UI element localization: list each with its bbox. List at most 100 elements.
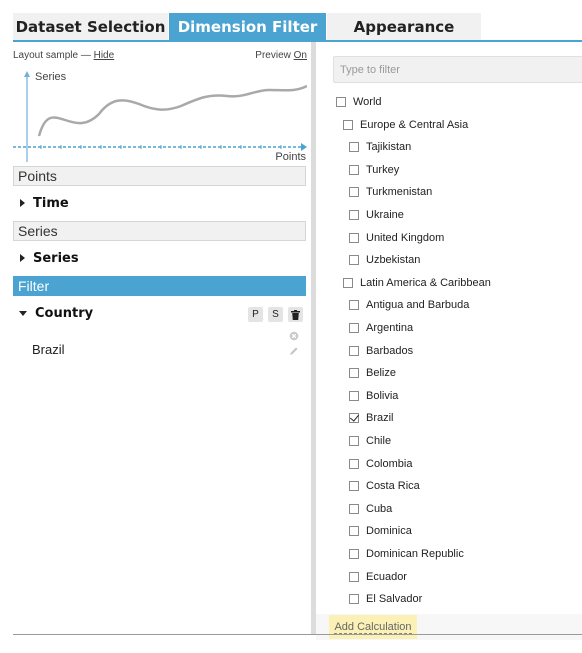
- trash-icon[interactable]: [288, 307, 303, 322]
- checkbox[interactable]: [349, 345, 359, 356]
- tree-item-ukraine[interactable]: Ukraine: [349, 207, 404, 223]
- checkbox[interactable]: [349, 549, 359, 559]
- tree-item-argentina[interactable]: Argentina: [349, 320, 413, 336]
- tree-item-uzbekistan[interactable]: Uzbekistan: [349, 252, 420, 268]
- layout-panel: Layout sample — Hide Preview On Series P…: [13, 42, 307, 635]
- checkbox[interactable]: [343, 119, 353, 130]
- add-calculation-label: Add Calculation: [334, 620, 412, 634]
- checkbox[interactable]: [349, 368, 359, 379]
- expand-icon[interactable]: [20, 199, 25, 207]
- checkbox[interactable]: [349, 232, 359, 243]
- series-section-header: Series: [13, 221, 306, 241]
- preview-y-arrow-icon: [24, 71, 30, 77]
- tree-item-label: Barbados: [366, 344, 414, 357]
- tree-item-bolivia[interactable]: Bolivia: [349, 388, 398, 404]
- checkbox[interactable]: [343, 277, 353, 288]
- checkbox[interactable]: [349, 164, 359, 175]
- tree-item-ecuador[interactable]: Ecuador: [349, 569, 407, 585]
- points-dimension-time[interactable]: Time: [13, 194, 307, 212]
- tab-dataset-selection[interactable]: Dataset Selection: [13, 13, 168, 40]
- tree-item-dominican-republic[interactable]: Dominican Republic: [349, 546, 464, 562]
- checkbox[interactable]: [349, 571, 359, 582]
- checkbox[interactable]: [349, 436, 359, 446]
- tree-item-el-salvador[interactable]: El Salvador: [349, 591, 422, 607]
- checkbox[interactable]: [349, 481, 359, 492]
- tree-item-dominica[interactable]: Dominica: [349, 523, 412, 539]
- checkbox[interactable]: [349, 458, 359, 469]
- tree-item-tajikistan[interactable]: Tajikistan: [349, 139, 411, 155]
- bottom-divider: [13, 634, 582, 635]
- tree-item-colombia[interactable]: Colombia: [349, 456, 412, 472]
- dimension-values-panel: World Europe & Central Asia Tajikistan Turk…: [316, 42, 582, 635]
- tree-item-label: Turkey: [366, 163, 400, 176]
- tree-item-cuba[interactable]: Cuba: [349, 501, 392, 517]
- tree-item-label: Chile: [366, 435, 392, 447]
- tree-item-label: Turkmenistan: [366, 186, 433, 199]
- points-button[interactable]: P: [248, 307, 263, 322]
- add-calculation-button[interactable]: Add Calculation: [329, 615, 417, 639]
- tree-item-label: Argentina: [366, 322, 414, 334]
- checkbox-checked[interactable]: [349, 413, 359, 424]
- tree-item-brazil[interactable]: Brazil: [349, 410, 394, 426]
- preview-y-label: Series: [35, 71, 67, 83]
- tree-item-belize[interactable]: Belize: [349, 365, 396, 381]
- tree-item-label: Ukraine: [366, 209, 404, 221]
- checkbox[interactable]: [349, 390, 359, 401]
- preview-label: Preview: [255, 50, 291, 61]
- checkbox[interactable]: [349, 210, 359, 220]
- preview-x-label: Points: [275, 151, 306, 163]
- tree-item-label: Ecuador: [366, 570, 407, 583]
- tree-item-label: Colombia: [366, 457, 413, 470]
- tree-item-label: Costa Rica: [366, 480, 420, 493]
- edit-pencil-icon[interactable]: [289, 346, 299, 356]
- tree-item-label: Antigua and Barbuda: [366, 299, 470, 312]
- preview-x-arrow-icon: [301, 143, 307, 151]
- collapse-icon[interactable]: [19, 310, 27, 316]
- checkbox[interactable]: [349, 187, 359, 198]
- tree-item-latin-america-caribbean[interactable]: Latin America & Caribbean: [343, 275, 491, 291]
- tree-item-turkey[interactable]: Turkey: [349, 162, 399, 178]
- tree-item-europe-central-asia[interactable]: Europe & Central Asia: [343, 117, 468, 133]
- checkbox[interactable]: [336, 97, 346, 107]
- tree-item-label: Cuba: [366, 502, 393, 515]
- preview-series-line: [37, 84, 307, 137]
- tree-item-label: United Kingdom: [366, 231, 445, 244]
- points-section-header: Points: [13, 166, 306, 186]
- tree-item-chile[interactable]: Chile: [349, 433, 391, 449]
- checkbox[interactable]: [349, 503, 359, 514]
- tree-item-label: Dominican Republic: [366, 548, 464, 560]
- checkbox[interactable]: [349, 255, 359, 266]
- layout-sample-label: Layout sample —: [13, 50, 91, 61]
- checkbox[interactable]: [349, 323, 359, 333]
- tree-item-label: Uzbekistan: [366, 254, 421, 267]
- tree-item-world[interactable]: World: [336, 94, 382, 110]
- tree-item-turkmenistan[interactable]: Turkmenistan: [349, 184, 432, 200]
- tree-item-united-kingdom[interactable]: United Kingdom: [349, 230, 444, 246]
- filter-dimension-label: Country: [35, 305, 94, 321]
- tree-item-label: Belize: [366, 367, 396, 380]
- tree-item-antigua-and-barbuda[interactable]: Antigua and Barbuda: [349, 297, 469, 313]
- tree-item-label: Europe & Central Asia: [360, 118, 469, 131]
- tree-item-barbados[interactable]: Barbados: [349, 343, 413, 359]
- tab-appearance[interactable]: Appearance: [327, 13, 481, 40]
- tab-bar: Dataset Selection Dimension Filter Appea…: [13, 13, 582, 41]
- checkbox[interactable]: [349, 594, 359, 605]
- remove-icon[interactable]: [289, 331, 299, 341]
- series-dimension-series[interactable]: Series: [13, 249, 307, 267]
- tree-item-costa-rica[interactable]: Costa Rica: [349, 478, 420, 494]
- preview-toggle-link[interactable]: On: [294, 50, 307, 61]
- tree-item-label: Brazil: [366, 412, 394, 425]
- tree-item-label: Latin America & Caribbean: [360, 276, 491, 289]
- tree-item-label: World: [353, 96, 382, 108]
- checkbox[interactable]: [349, 526, 359, 537]
- checkbox[interactable]: [349, 300, 359, 311]
- series-button[interactable]: S: [268, 307, 283, 322]
- type-to-filter-input[interactable]: [333, 56, 582, 83]
- tree-item-label: El Salvador: [366, 593, 423, 606]
- expand-icon[interactable]: [20, 254, 25, 262]
- hide-link[interactable]: Hide: [94, 50, 115, 61]
- filter-item-brazil: Brazil: [32, 342, 65, 357]
- tab-dimension-filter[interactable]: Dimension Filter: [169, 13, 326, 40]
- filter-dimension-country[interactable]: Country: [13, 304, 213, 322]
- checkbox[interactable]: [349, 142, 359, 153]
